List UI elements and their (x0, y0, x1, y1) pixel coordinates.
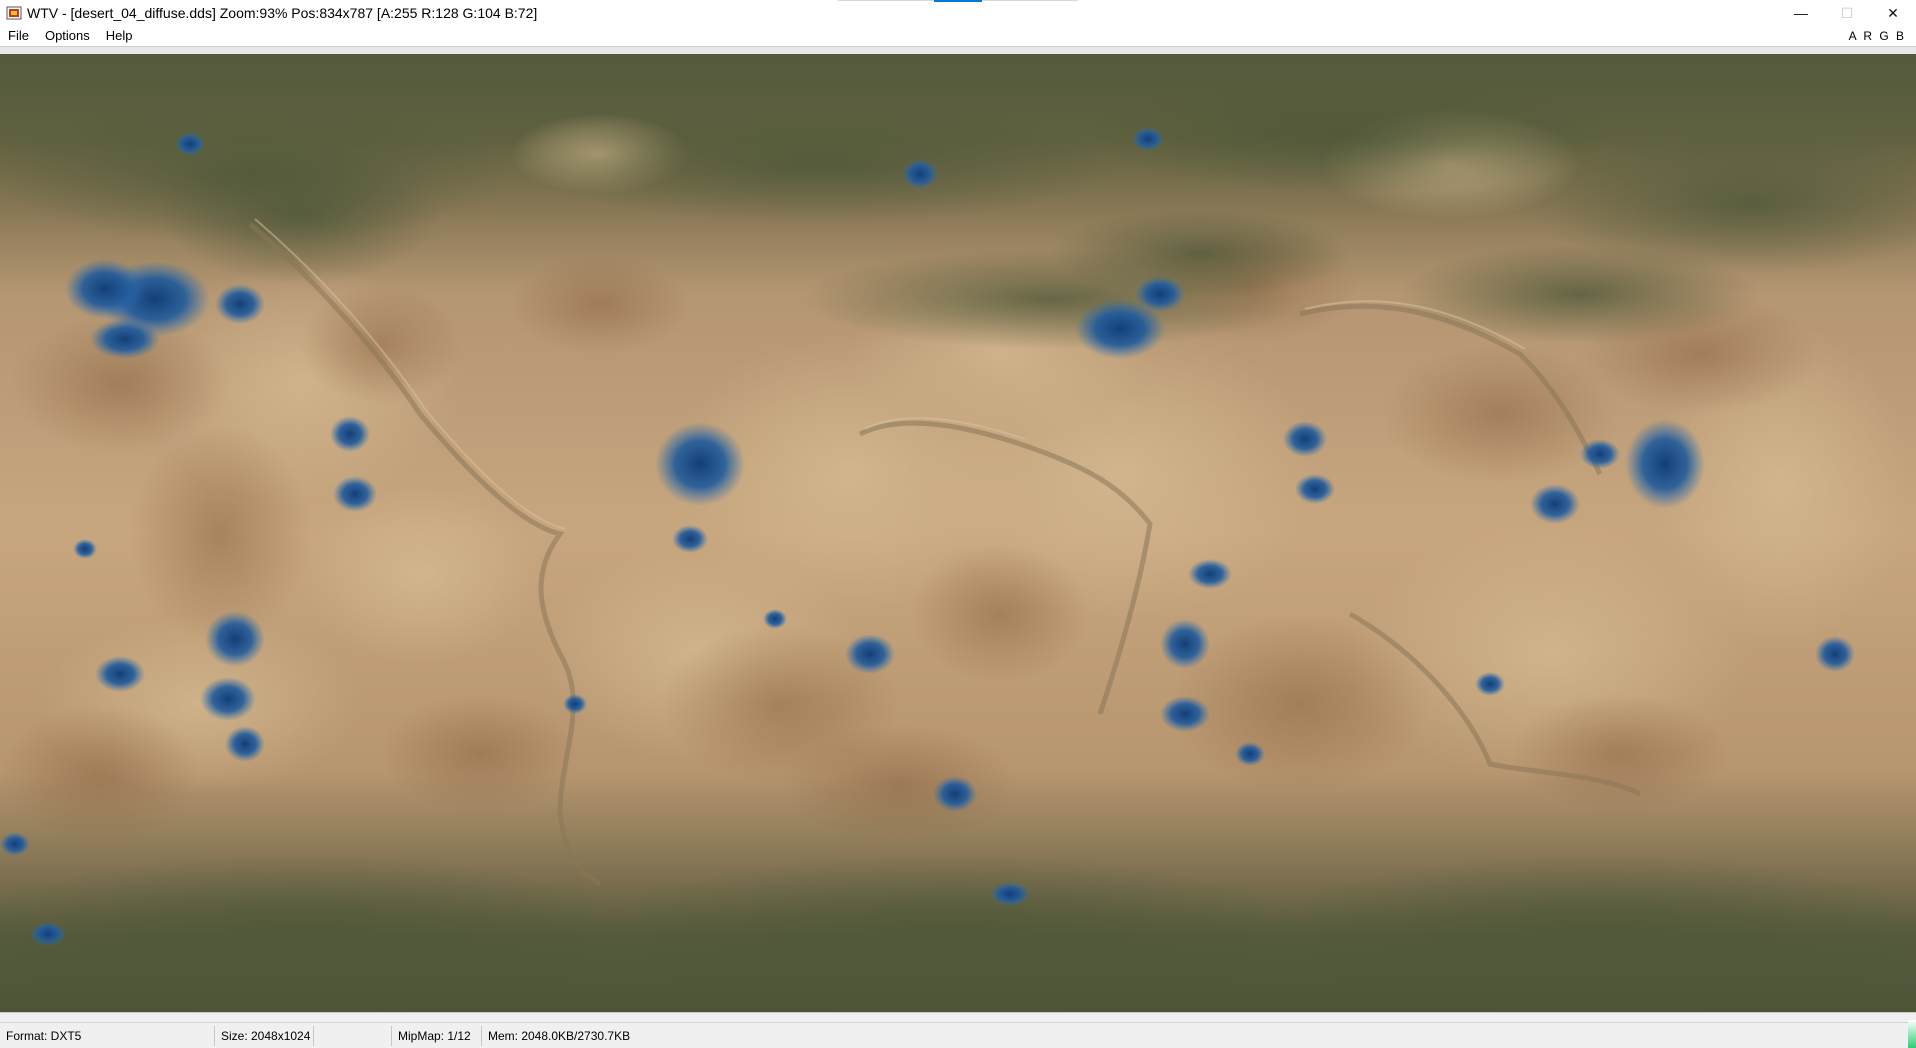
brown-sand-patch (510, 254, 690, 354)
vegetation-patch (590, 854, 1310, 1012)
water-pool (933, 776, 977, 812)
water-pool (563, 694, 587, 714)
water-pool (30, 922, 66, 946)
title-bar: WTV - [desert_04_diffuse.dds] Zoom:93% P… (0, 0, 1916, 26)
water-pool (1815, 636, 1855, 672)
status-format: Format: DXT5 (0, 1025, 215, 1046)
water-pool (1235, 742, 1265, 766)
image-viewport[interactable] (0, 54, 1916, 1012)
water-pool (1160, 619, 1210, 669)
water-pool (1283, 421, 1327, 457)
water-pool (672, 525, 708, 553)
water-pool (1580, 439, 1620, 469)
status-size: Size: 2048x1024 (215, 1025, 314, 1046)
water-pool (215, 284, 265, 324)
water-pool (205, 611, 265, 667)
status-gap (0, 1012, 1916, 1022)
brown-sand-patch (0, 704, 200, 844)
water-pool (763, 609, 787, 629)
water-pool (90, 319, 160, 359)
close-button[interactable]: ✕ (1870, 0, 1916, 26)
water-pool (333, 476, 377, 512)
water-pool (1188, 559, 1232, 589)
menu-file[interactable]: File (0, 26, 37, 46)
wtv-app-icon[interactable] (6, 5, 22, 21)
water-pool (225, 726, 265, 762)
title-accent (934, 0, 982, 2)
menu-help[interactable]: Help (98, 26, 141, 46)
status-mipmap: MipMap: 1/12 (392, 1025, 482, 1046)
vegetation-patch (1050, 209, 1350, 299)
water-pool (845, 634, 895, 674)
menu-options[interactable]: Options (37, 26, 98, 46)
water-pool (1135, 276, 1185, 312)
water-pool (1475, 672, 1505, 696)
brown-sand-patch (1510, 694, 1730, 814)
water-pool (73, 539, 97, 559)
water-pool (1625, 419, 1705, 509)
texture-image (0, 54, 1916, 1012)
vegetation-patch (520, 104, 1120, 224)
toolbar-separator (0, 46, 1916, 54)
water-pool (0, 832, 30, 856)
water-pool (1295, 474, 1335, 504)
menu-bar: File Options Help (0, 26, 1916, 46)
water-pool (200, 677, 256, 721)
vegetation-patch (160, 144, 440, 284)
minimize-button[interactable]: — (1778, 0, 1824, 26)
brown-sand-patch (910, 544, 1090, 684)
status-empty (314, 1025, 392, 1046)
water-pool (1530, 484, 1580, 524)
brown-sand-patch (380, 694, 580, 814)
water-pool (175, 132, 205, 156)
status-bar: Format: DXT5 Size: 2048x1024 MipMap: 1/1… (0, 1020, 1916, 1048)
light-sand-patch (300, 484, 540, 664)
water-pool (1160, 696, 1210, 732)
vegetation-patch (1400, 244, 1760, 344)
water-pool (990, 882, 1030, 906)
water-pool (1132, 127, 1164, 151)
water-pool (65, 259, 145, 319)
water-pool (330, 416, 370, 452)
water-pool (902, 159, 938, 189)
brown-sand-patch (780, 724, 1020, 844)
maximize-button[interactable]: ☐ (1824, 0, 1870, 26)
channel-toggles[interactable]: A R G B (1849, 26, 1906, 46)
resize-grip[interactable] (1908, 1020, 1916, 1048)
window-title: WTV - [desert_04_diffuse.dds] Zoom:93% P… (27, 5, 538, 21)
status-mem: Mem: 2048.0KB/2730.7KB (488, 1028, 631, 1043)
vegetation-patch (1090, 74, 1610, 194)
brown-sand-patch (130, 424, 310, 644)
water-pool (655, 422, 745, 506)
water-pool (95, 656, 145, 692)
brown-sand-patch (300, 284, 460, 404)
